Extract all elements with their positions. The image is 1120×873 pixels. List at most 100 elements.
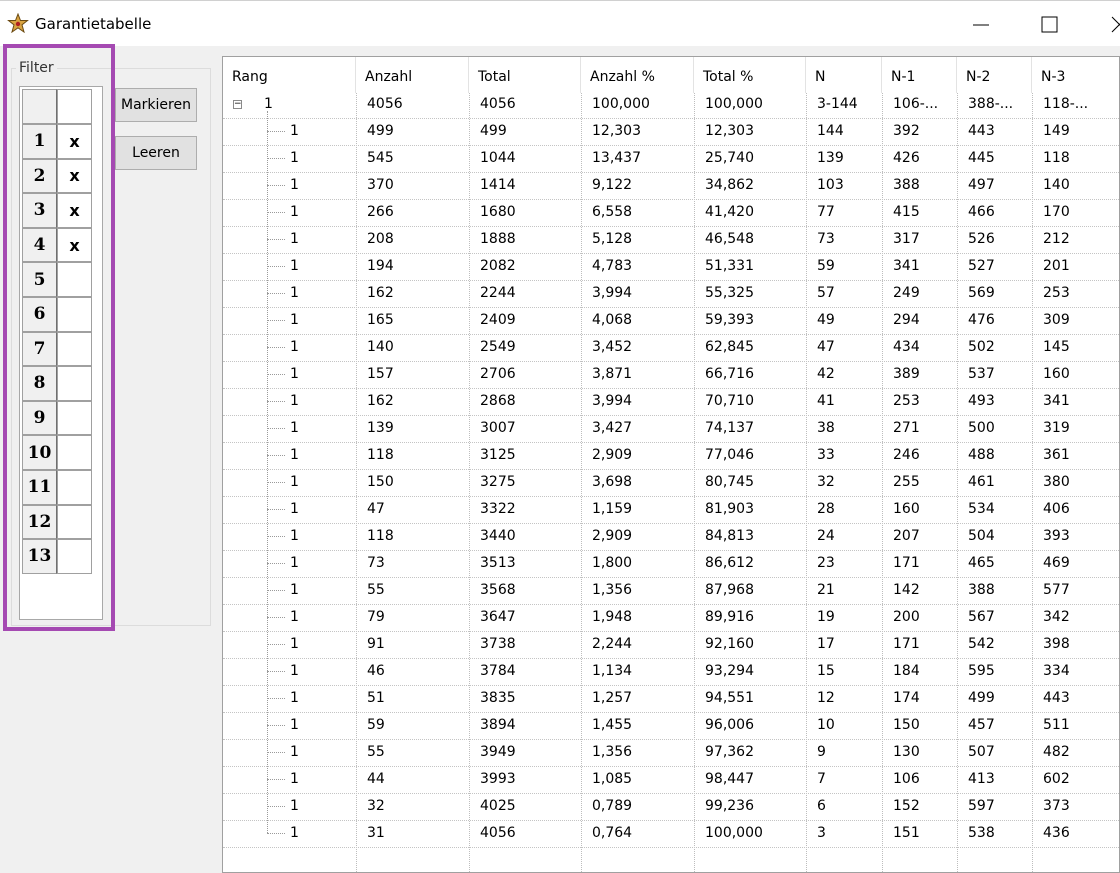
column-header-n2[interactable]: N-2 (957, 57, 1032, 93)
filter-row-number[interactable]: 5 (22, 262, 57, 297)
clear-button[interactable]: Leeren (115, 136, 197, 170)
guarantee-grid[interactable]: Rang Anzahl Total Anzahl % Total % N N-1 N-2 N-3… (222, 56, 1120, 873)
column-header-rang[interactable]: Rang (223, 57, 356, 93)
filter-row-number[interactable]: 8 (22, 366, 57, 401)
filter-row-mark[interactable]: x (57, 124, 92, 159)
minimize-button[interactable] (958, 9, 1004, 39)
collapse-icon[interactable]: − (233, 100, 242, 109)
cell-anzahl: 31 (367, 825, 385, 841)
cell-n: 103 (817, 177, 844, 193)
filter-table[interactable]: 1 x 2 x 3 x 4 x 5 6 7 8 9 10 11 12 13 (19, 86, 103, 620)
table-row[interactable]: 1 31 4056 0,764 100,000 3 151 538 436 (223, 820, 1119, 847)
cell-n: 28 (817, 501, 835, 517)
cell-total-pct: 100,000 (705, 96, 763, 112)
table-row[interactable]: 1 47 3322 1,159 81,903 28 160 534 406 (223, 496, 1119, 523)
cell-total-pct: 81,903 (705, 501, 754, 517)
table-row[interactable]: 1 79 3647 1,948 89,916 19 200 567 342 (223, 604, 1119, 631)
cell-rang: 1 (290, 312, 299, 328)
table-row[interactable]: 1 55 3568 1,356 87,968 21 142 388 577 (223, 577, 1119, 604)
column-header-total[interactable]: Total (469, 57, 581, 93)
cell-n3: 170 (1043, 204, 1070, 220)
tree-connector (267, 779, 285, 780)
filter-row-mark[interactable]: x (57, 158, 92, 194)
cell-n2: 413 (968, 771, 995, 787)
table-row[interactable]: 1 499 499 12,303 12,303 144 392 443 149 (223, 118, 1119, 145)
table-row[interactable]: 1 194 2082 4,783 51,331 59 341 527 201 (223, 253, 1119, 280)
table-row[interactable]: 1 162 2868 3,994 70,710 41 253 493 341 (223, 388, 1119, 415)
filter-row-mark[interactable] (57, 504, 92, 540)
filter-row-number[interactable]: 12 (22, 504, 57, 540)
tree-parent-row[interactable]: 1 4056 4056 100,000 100,000 3-144 106-... 388-.… (223, 91, 1119, 118)
filter-row-mark[interactable] (57, 297, 92, 332)
filter-row-number[interactable]: 2 (22, 158, 57, 194)
table-row[interactable]: 1 140 2549 3,452 62,845 47 434 502 145 (223, 334, 1119, 361)
cell-n2: 527 (968, 258, 995, 274)
cell-rang: 1 (290, 825, 299, 841)
cell-anzahl: 118 (367, 447, 394, 463)
mark-button[interactable]: Markieren (115, 88, 197, 122)
column-header-n1[interactable]: N-1 (882, 57, 957, 93)
cell-anzahl-pct: 1,159 (592, 501, 633, 517)
table-row[interactable]: 1 32 4025 0,789 99,236 6 152 597 373 (223, 793, 1119, 820)
filter-row-mark[interactable] (57, 435, 92, 470)
cell-total: 1680 (480, 204, 516, 220)
filter-row-mark[interactable] (57, 262, 92, 297)
filter-row-mark[interactable] (57, 331, 92, 367)
table-row[interactable]: 1 118 3125 2,909 77,046 33 246 488 361 (223, 442, 1119, 469)
filter-row-number[interactable]: 6 (22, 297, 57, 332)
cell-anzahl: 162 (367, 393, 394, 409)
table-row[interactable]: 1 59 3894 1,455 96,006 10 150 457 511 (223, 712, 1119, 739)
filter-header-num (22, 89, 57, 124)
filter-row-number[interactable]: 10 (22, 435, 57, 470)
table-row[interactable]: 1 91 3738 2,244 92,160 17 171 542 398 (223, 631, 1119, 658)
table-row[interactable]: 1 150 3275 3,698 80,745 32 255 461 380 (223, 469, 1119, 496)
table-row[interactable]: 1 157 2706 3,871 66,716 42 389 537 160 (223, 361, 1119, 388)
cell-n1: 174 (893, 690, 920, 706)
cell-total: 3007 (480, 420, 516, 436)
filter-row-number[interactable]: 9 (22, 400, 57, 436)
table-row[interactable]: 1 165 2409 4,068 59,393 49 294 476 309 (223, 307, 1119, 334)
column-header-n[interactable]: N (806, 57, 882, 93)
cell-rang: 1 (290, 339, 299, 355)
column-header-total-pct[interactable]: Total % (694, 57, 806, 93)
filter-row-number[interactable]: 11 (22, 470, 57, 505)
cell-n1: 341 (893, 258, 920, 274)
table-row[interactable]: 1 545 1044 13,437 25,740 139 426 445 118 (223, 145, 1119, 172)
table-row[interactable]: 1 208 1888 5,128 46,548 73 317 526 212 (223, 226, 1119, 253)
filter-row-number[interactable]: 3 (22, 193, 57, 228)
tree-connector (267, 536, 285, 537)
cell-anzahl: 44 (367, 771, 385, 787)
filter-row-number[interactable]: 4 (22, 227, 57, 263)
filter-row-mark[interactable] (57, 470, 92, 505)
table-row[interactable]: 1 266 1680 6,558 41,420 77 415 466 170 (223, 199, 1119, 226)
table-row[interactable]: 1 139 3007 3,427 74,137 38 271 500 319 (223, 415, 1119, 442)
table-row[interactable]: 1 118 3440 2,909 84,813 24 207 504 393 (223, 523, 1119, 550)
table-row[interactable]: 1 55 3949 1,356 97,362 9 130 507 482 (223, 739, 1119, 766)
column-header-n3[interactable]: N-3 (1032, 57, 1119, 93)
filter-row-number[interactable]: 1 (22, 124, 57, 159)
table-row[interactable]: 1 73 3513 1,800 86,612 23 171 465 469 (223, 550, 1119, 577)
filter-row-mark[interactable] (57, 400, 92, 436)
cell-n2: 488 (968, 447, 995, 463)
table-row[interactable]: 1 44 3993 1,085 98,447 7 106 413 602 (223, 766, 1119, 793)
filter-row-mark[interactable] (57, 366, 92, 401)
table-row[interactable]: 1 370 1414 9,122 34,862 103 388 497 140 (223, 172, 1119, 199)
filter-row-mark[interactable]: x (57, 193, 92, 228)
table-row[interactable]: 1 162 2244 3,994 55,325 57 249 569 253 (223, 280, 1119, 307)
close-button[interactable] (1094, 9, 1120, 39)
column-header-anzahl-pct[interactable]: Anzahl % (581, 57, 694, 93)
filter-row-mark[interactable] (57, 539, 92, 574)
filter-row-number[interactable]: 7 (22, 331, 57, 367)
column-header-anzahl[interactable]: Anzahl (356, 57, 469, 93)
table-row[interactable]: 1 46 3784 1,134 93,294 15 184 595 334 (223, 658, 1119, 685)
tree-connector (267, 698, 285, 699)
filter-row-number[interactable]: 13 (22, 539, 57, 574)
table-row[interactable]: 1 51 3835 1,257 94,551 12 174 499 443 (223, 685, 1119, 712)
maximize-button[interactable] (1026, 9, 1072, 39)
cell-total-pct: 94,551 (705, 690, 754, 706)
cell-total: 2549 (480, 339, 516, 355)
filter-row-mark[interactable]: x (57, 227, 92, 263)
cell-n1: 434 (893, 339, 920, 355)
cell-n: 41 (817, 393, 835, 409)
cell-n1: 152 (893, 798, 920, 814)
